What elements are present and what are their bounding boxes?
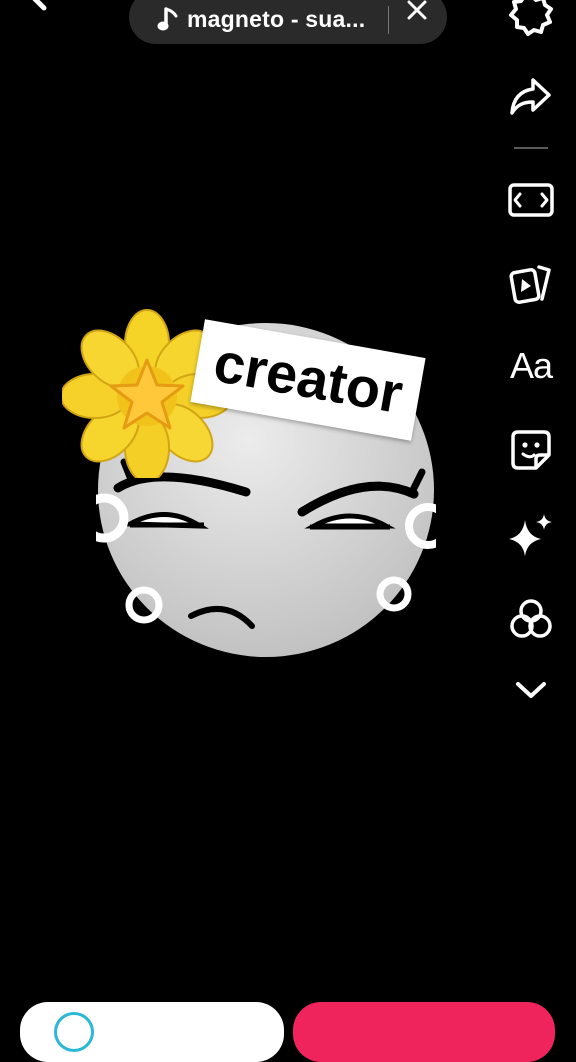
share-arrow-icon: [510, 78, 551, 115]
share-button[interactable]: [505, 70, 557, 122]
effects-button[interactable]: [505, 508, 557, 560]
chevron-down-icon: [516, 682, 546, 698]
more-tools-button[interactable]: [505, 664, 557, 716]
cards-play-icon: [509, 265, 551, 304]
sparkle-icon: [509, 514, 552, 556]
gear-icon: [509, 0, 553, 36]
stickers-button[interactable]: [505, 424, 557, 476]
filters-button[interactable]: [505, 593, 557, 645]
effects-bottom-button[interactable]: [20, 1002, 284, 1062]
effects-ring-icon: [54, 1012, 94, 1052]
sticker-icon: [511, 430, 551, 470]
next-button[interactable]: [293, 1002, 555, 1062]
text-tool-label: Aa: [509, 345, 553, 386]
resize-button[interactable]: [505, 174, 557, 226]
music-note-icon: [157, 7, 178, 31]
back-button[interactable]: [22, 0, 72, 30]
templates-button[interactable]: [505, 257, 557, 309]
sound-title: magneto - sua...: [187, 5, 366, 32]
close-icon[interactable]: [401, 0, 433, 28]
filters-circles-icon: [510, 599, 552, 638]
text-button[interactable]: Aa: [505, 340, 557, 392]
settings-button[interactable]: [505, 0, 557, 40]
arrow-left-icon: [32, 0, 47, 11]
sound-pill[interactable]: magneto - sua...: [129, 0, 447, 44]
aspect-ratio-icon: [508, 183, 554, 217]
pill-divider: [388, 6, 389, 34]
toolbar-separator: [514, 147, 548, 149]
